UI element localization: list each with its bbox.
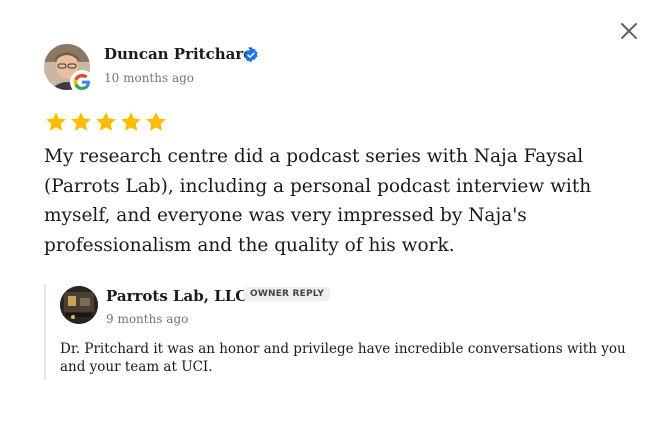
reply-text: Dr. Pritchard it was an honor and privil… <box>60 341 626 375</box>
review-time: 10 months ago <box>104 71 194 85</box>
verified-badge-icon <box>243 47 259 63</box>
reply-time: 9 months ago <box>106 312 189 326</box>
reviewer-name[interactable]: Duncan Pritchard <box>104 45 254 63</box>
owner-avatar[interactable] <box>60 286 98 324</box>
owner-name[interactable]: Parrots Lab, LLC <box>106 287 247 305</box>
owner-reply-badge: OWNER REPLY <box>244 287 331 301</box>
star-icon <box>96 112 116 131</box>
star-icon <box>146 112 166 131</box>
star-rating <box>44 110 168 134</box>
review-card: Duncan Pritchard 10 months ago My resear… <box>0 0 659 423</box>
star-icon <box>71 112 91 131</box>
close-button[interactable] <box>617 19 641 43</box>
google-g-icon <box>70 70 94 94</box>
close-icon <box>621 23 637 39</box>
review-text: My research centre did a podcast series … <box>44 146 592 256</box>
reviewer-avatar-group[interactable] <box>44 44 94 94</box>
owner-reply: Parrots Lab, LLC OWNER REPLY 9 months ag… <box>44 284 626 380</box>
star-icon <box>46 112 66 131</box>
star-icon <box>121 112 141 131</box>
